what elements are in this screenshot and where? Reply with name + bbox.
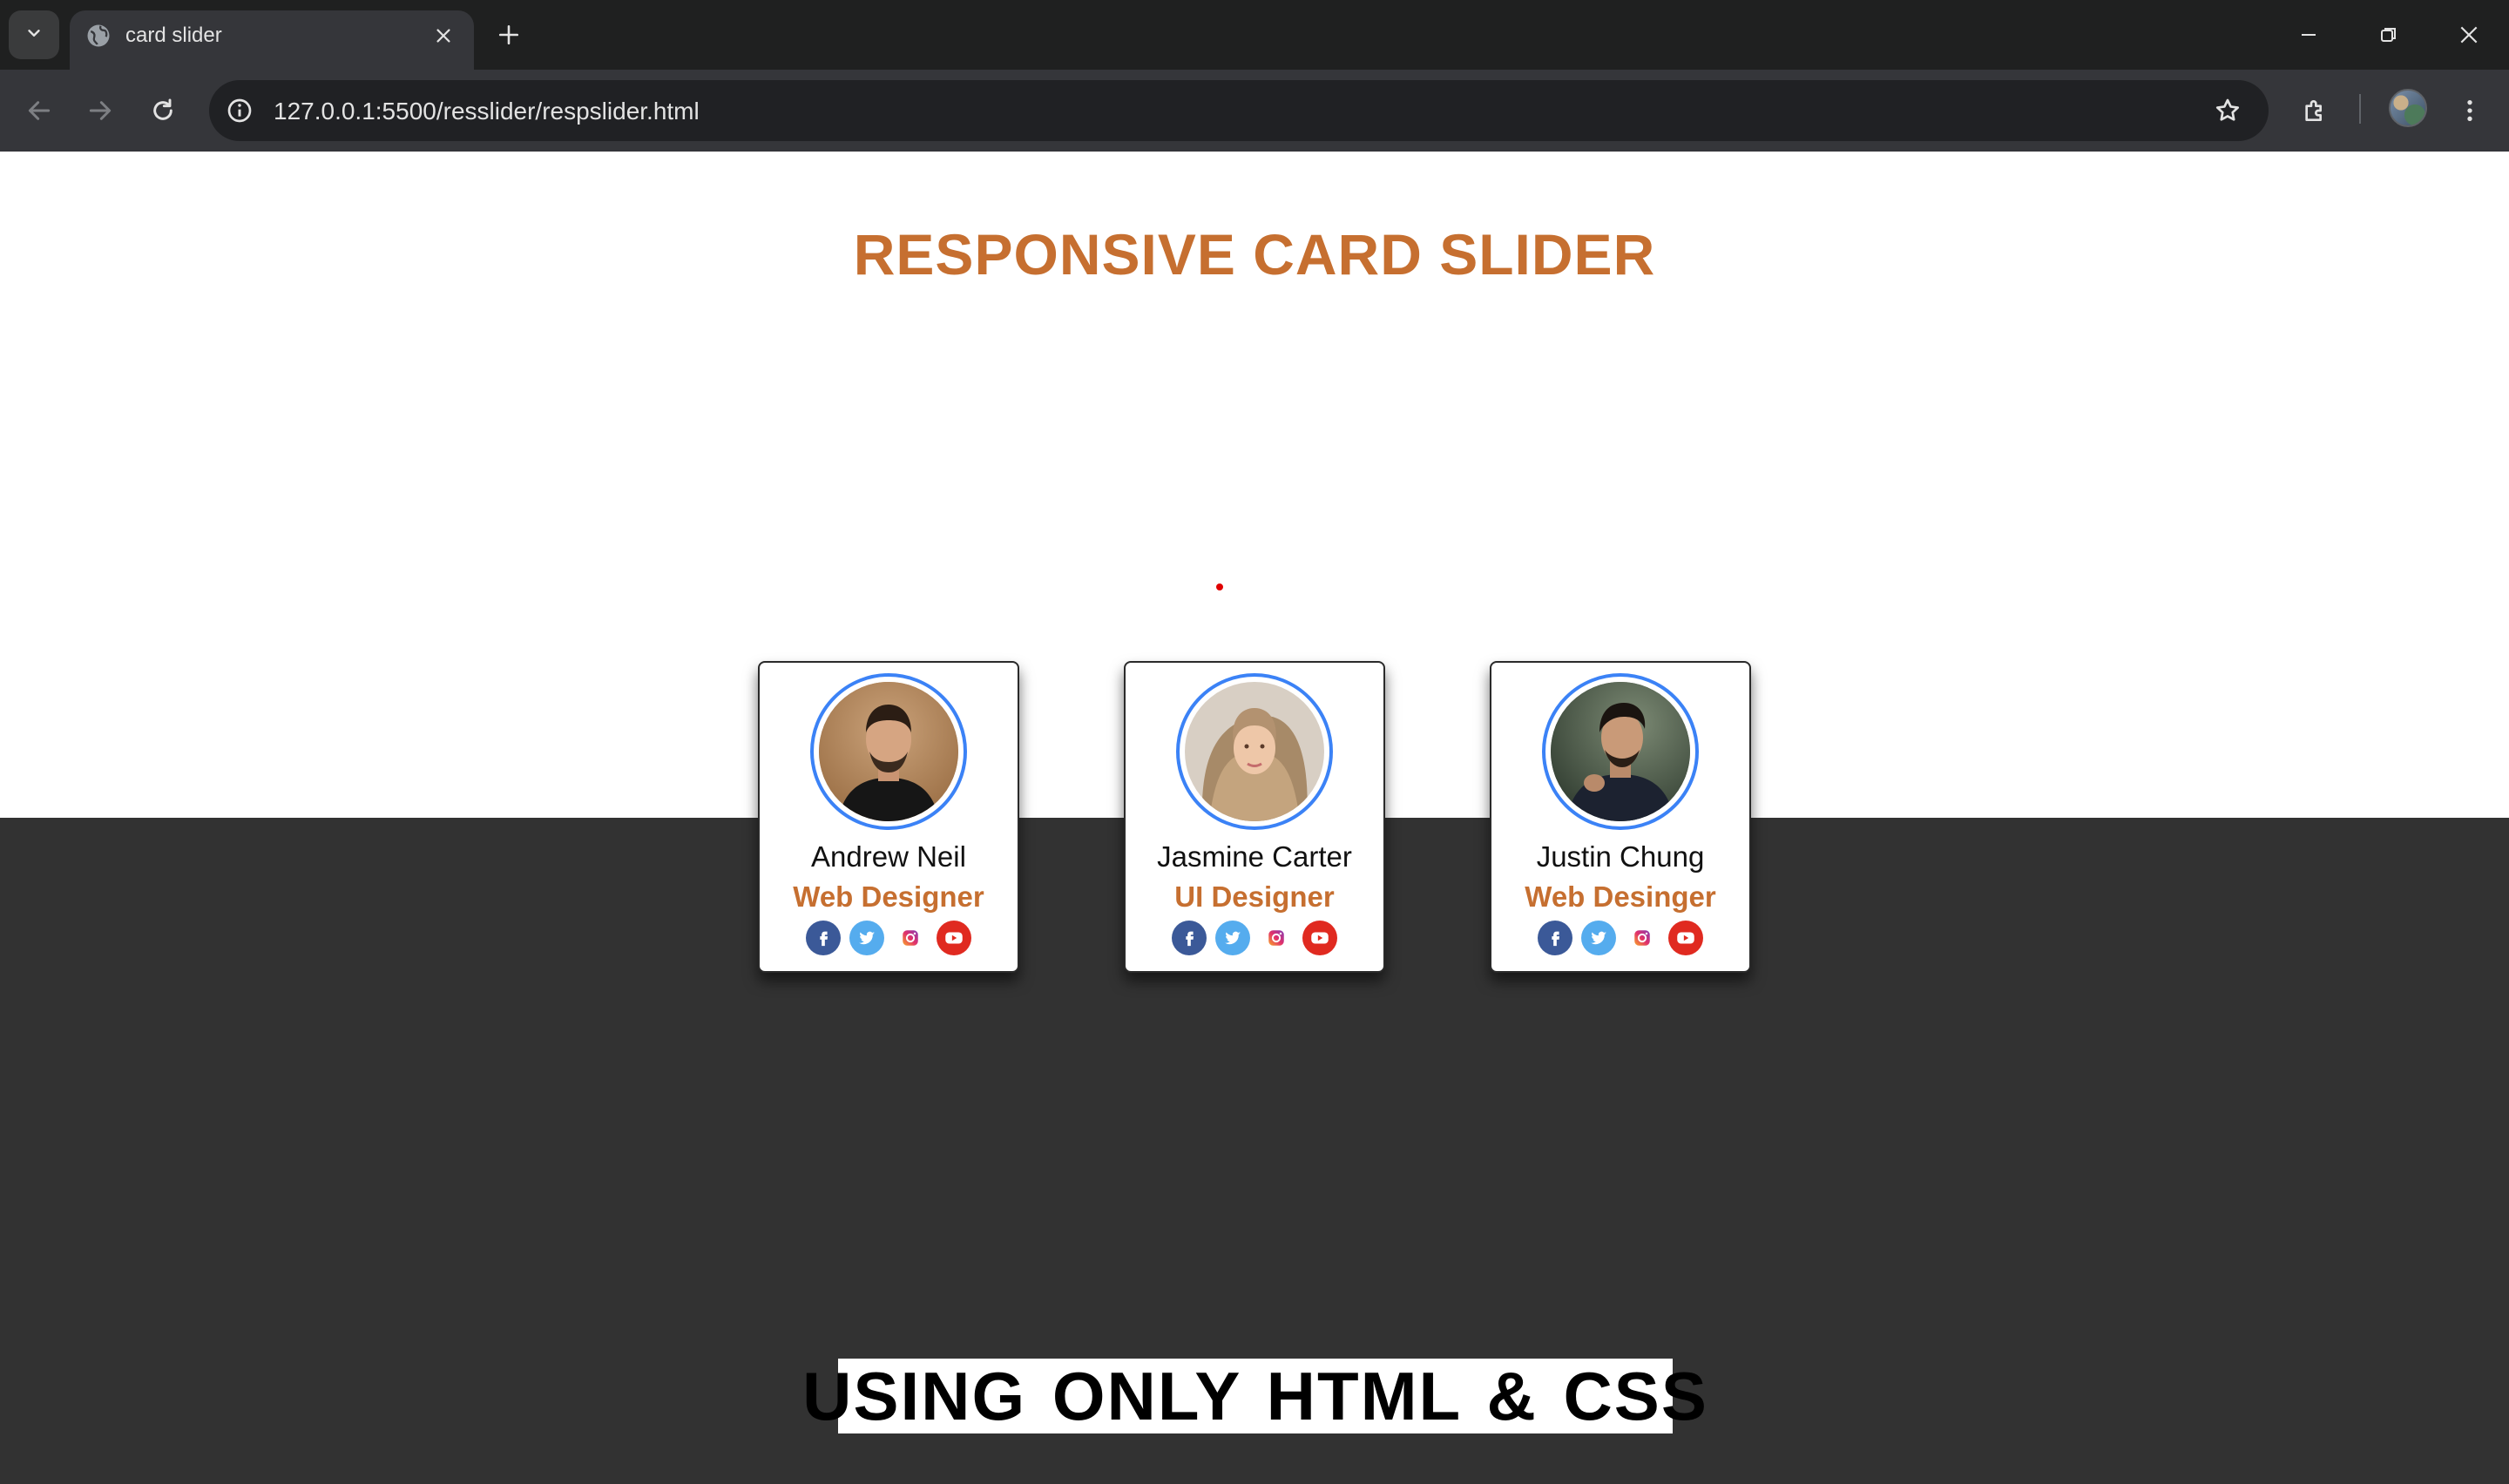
site-info-button[interactable] [220,91,260,131]
info-icon [227,98,252,123]
tab-search-button[interactable] [9,10,59,59]
card-name: Justin Chung [1536,840,1705,873]
browser-tab-active[interactable]: card slider [70,10,474,71]
star-icon [2215,98,2240,121]
card-name: Andrew Neil [811,840,966,873]
arrow-left-icon [28,101,51,120]
twitter-icon[interactable] [1215,921,1250,955]
browser-toolbar: 127.0.0.1:5500/resslider/respslider.html [0,70,2509,152]
social-links [1491,921,1749,955]
card-name: Jasmine Carter [1157,840,1352,873]
restore-button[interactable] [2363,16,2415,54]
card-role: Web Desinger [1525,880,1716,913]
marker-dot [1216,583,1223,590]
card-role: Web Designer [793,880,984,913]
close-window-button[interactable] [2443,16,2495,54]
minimize-button[interactable] [2282,16,2335,54]
instagram-icon[interactable] [1625,921,1660,955]
youtube-icon[interactable] [937,921,971,955]
social-links [760,921,1018,955]
close-icon [436,29,450,43]
bottom-banner: USING ONLY HTML & CSS [802,1358,1707,1434]
card-role: UI Designer [1174,880,1335,913]
extensions-button[interactable] [2295,91,2335,131]
youtube-icon[interactable] [1668,921,1703,955]
social-links [1126,921,1383,955]
restore-icon [2381,28,2396,42]
browser-titlebar: card slider [0,0,2509,71]
page-title: RESPONSIVE CARD SLIDER [853,222,1656,287]
address-bar[interactable]: 127.0.0.1:5500/resslider/respslider.html [209,80,2269,141]
new-tab-button[interactable] [491,17,526,52]
minimize-icon [2302,34,2316,36]
avatar-ring [1542,673,1699,830]
youtube-icon[interactable] [1302,921,1337,955]
tab-title: card slider [125,24,222,47]
globe-icon [85,23,112,49]
profile-card[interactable]: Andrew Neil Web Designer [758,661,1019,973]
avatar[interactable] [2389,89,2427,127]
browser-menu-button[interactable] [2450,91,2490,131]
avatar [1185,682,1324,821]
avatar [1551,682,1690,821]
avatar [819,682,958,821]
close-icon [2460,26,2478,44]
twitter-icon[interactable] [849,921,884,955]
url-text[interactable]: 127.0.0.1:5500/resslider/respslider.html [274,98,700,125]
profile-card[interactable]: Justin Chung Web Desinger [1490,661,1751,973]
chevron-down-icon [24,24,44,47]
facebook-icon[interactable] [1538,921,1572,955]
forward-button[interactable] [80,91,120,131]
tab-close-button[interactable] [429,21,458,51]
bookmark-button[interactable] [2209,92,2246,129]
avatar-ring [810,673,967,830]
facebook-icon[interactable] [806,921,841,955]
puzzle-icon [2305,100,2322,121]
avatar-ring [1176,673,1333,830]
arrow-right-icon [89,101,112,120]
instagram-icon[interactable] [893,921,928,955]
kebab-menu-icon [2467,100,2472,121]
page-viewport: RESPONSIVE CARD SLIDER Andrew Neil Web D… [0,152,2509,1484]
twitter-icon[interactable] [1581,921,1616,955]
back-button[interactable] [19,91,59,131]
plus-icon [498,24,519,45]
facebook-icon[interactable] [1172,921,1207,955]
reload-button[interactable] [143,91,183,131]
instagram-icon[interactable] [1259,921,1294,955]
profile-card[interactable]: Jasmine Carter UI Designer [1124,661,1385,973]
reload-icon [153,98,172,120]
bottom-banner-text: USING ONLY HTML & CSS [802,1357,1708,1434]
toolbar-divider [2359,94,2361,124]
